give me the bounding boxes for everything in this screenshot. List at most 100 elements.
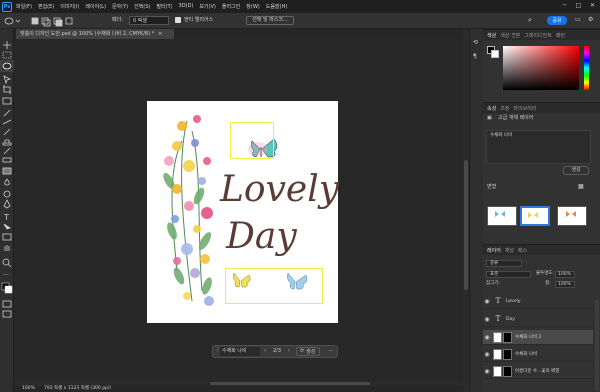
generative-prompt-box[interactable]: 수채화 나비 (486, 130, 591, 164)
visibility-eye-icon[interactable]: ◉ (483, 334, 491, 341)
type-tool-icon: T (3, 213, 9, 222)
layers-scrollbar[interactable] (595, 300, 599, 390)
variant-1-butterfly-icon (495, 211, 505, 217)
menu-image[interactable]: 이미지(I) (60, 3, 79, 10)
menu-view[interactable]: 보기(V) (199, 3, 216, 10)
day-text-layer[interactable]: Day (226, 219, 297, 255)
zoom-level[interactable]: 100% (22, 386, 35, 392)
fill-input[interactable]: 100% (555, 281, 575, 288)
gear-icon[interactable]: ⚙ (588, 17, 593, 23)
layer-name: 아름다운 수...꽃의 배열 (515, 369, 560, 374)
object-select-tool-icon (3, 75, 12, 85)
background-swatch[interactable] (491, 50, 499, 58)
vertical-scroll-thumb[interactable] (464, 160, 468, 290)
menu-3d[interactable]: 3D(D) (179, 3, 194, 10)
properties-generate-button[interactable]: 생성 (563, 166, 589, 175)
tab-layers[interactable]: 레이어 (487, 247, 501, 254)
layer-row-butterfly-2[interactable]: ◉ 수채화 나비 2 (483, 330, 593, 345)
prompt-input[interactable]: 수채화 나비 (220, 347, 260, 356)
screen-mode-icon (2, 310, 12, 318)
next-variant-icon[interactable]: › (288, 349, 290, 354)
layer-name: 수채화 나비 (515, 352, 538, 357)
fill-value: 100% (558, 282, 571, 287)
variants-label: 변형 (487, 184, 497, 190)
layer-mask-thumbnail (503, 348, 512, 360)
more-options-icon[interactable]: ⋯ (328, 349, 333, 354)
properties-panel-tabs: 속성 조정 라이브러리 (483, 103, 600, 113)
workspace-icon[interactable]: ▭ (575, 17, 581, 23)
menu-edit[interactable]: 편집(E) (38, 3, 54, 10)
butterfly-selection-frame-top[interactable] (230, 122, 274, 159)
layer-row-flowers[interactable]: ◉ 아름다운 수...꽃의 배열 (483, 364, 593, 379)
tab-swatches[interactable]: 색상 견본 (500, 32, 520, 39)
visibility-eye-icon[interactable]: ◉ (483, 368, 491, 375)
menu-help[interactable]: 도움말(H) (266, 3, 287, 10)
menu-file[interactable]: 파일(F) (16, 3, 32, 10)
menu-select[interactable]: 선택(S) (134, 3, 150, 10)
feather-input[interactable]: 0 픽셀 (129, 16, 169, 25)
horizontal-scroll-thumb[interactable] (210, 382, 370, 385)
layer-kind-label: 종류 (490, 261, 499, 266)
layer-row-lovely[interactable]: ◉ T Lovely (483, 294, 593, 309)
tab-properties[interactable]: 속성 (487, 105, 496, 112)
history-icon[interactable]: ⟲ (473, 40, 478, 46)
variant-3-butterfly-icon (566, 211, 576, 217)
lasso-preset-icon (4, 17, 14, 25)
tab-libraries[interactable]: 라이브러리 (513, 105, 536, 112)
grid-view-icon[interactable]: ▦ (578, 184, 584, 190)
layer-row-butterfly[interactable]: ◉ 수채화 나비 (483, 347, 593, 362)
select-and-mask-button[interactable]: 선택 및 마스크... (246, 16, 294, 25)
menu-plugins[interactable]: 플러그인 (222, 3, 240, 10)
tab-adjustments[interactable]: 조정 (500, 105, 509, 112)
butterfly-selection-frame-bottom[interactable] (225, 268, 323, 304)
maximize-icon[interactable]: □ (573, 2, 584, 11)
close-icon[interactable]: ✕ (587, 2, 598, 11)
generate-icon: ⟳ (300, 348, 305, 354)
color-picker-field[interactable] (503, 46, 579, 90)
tab-patterns[interactable]: 패턴 (556, 32, 565, 39)
layer-thumbnail (493, 365, 502, 377)
photoshop-logo-icon: Ps (2, 1, 12, 12)
tab-gradients[interactable]: 그레이디언트 (524, 32, 552, 39)
menu-items: 파일(F) 편집(E) 이미지(I) 레이어(L) 문자(Y) 선택(S) 필터… (16, 3, 293, 10)
minimize-icon[interactable]: ─ (559, 2, 570, 11)
tab-paths[interactable]: 패스 (518, 247, 527, 254)
document-tab[interactable]: 맞춤이 디자인 도안.psd @ 100% (수채화 나비 2, CMYK/8)… (16, 29, 174, 39)
eraser-tool-icon (2, 157, 12, 163)
menu-layer[interactable]: 레이어(L) (85, 3, 106, 10)
menu-window[interactable]: 창(W) (246, 3, 259, 10)
lovely-text-layer[interactable]: Lovely (220, 172, 339, 208)
layer-row-day[interactable]: ◉ T Day (483, 312, 593, 327)
path-select-icon (3, 223, 11, 230)
layer-thumbnail (493, 348, 502, 360)
dodge-tool-icon (3, 190, 11, 198)
previous-variant-icon[interactable]: ‹ (264, 349, 266, 354)
tab-color[interactable]: 색상 (487, 32, 496, 39)
search-icon[interactable]: ⌕ (528, 17, 532, 24)
layer-name: 수채화 나비 2 (515, 335, 542, 340)
tab-channels[interactable]: 채널 (505, 247, 514, 254)
layer-mask-thumbnail (503, 365, 512, 377)
blend-mode-select[interactable]: 표준 (486, 271, 531, 278)
layers-panel-tabs: 레이어 채널 패스 (483, 245, 600, 255)
document-tab-title: 맞춤이 디자인 도안.psd @ 100% (수채화 나비 2, CMYK/8)… (20, 30, 155, 37)
more-tools-icon: ··· (3, 272, 9, 279)
visibility-eye-icon[interactable]: ◉ (483, 298, 491, 305)
visibility-eye-icon[interactable]: ◉ (483, 351, 491, 358)
share-button[interactable]: 공유 (547, 16, 567, 25)
opacity-input[interactable]: 100% (555, 271, 575, 278)
visibility-eye-icon[interactable]: ◉ (483, 316, 491, 323)
paragraph-icon[interactable]: ¶ (473, 54, 477, 60)
eyedropper-tool-icon (3, 109, 11, 117)
pen-tool-icon (3, 199, 11, 209)
shape-tool-icon (2, 233, 12, 241)
layer-kind-filter[interactable]: 종류 (486, 260, 522, 267)
menu-type[interactable]: 문자(Y) (112, 3, 128, 10)
option-tool-icons (4, 17, 73, 27)
hue-slider[interactable] (584, 46, 589, 90)
add-selection-icon (41, 17, 49, 25)
close-tab-icon[interactable]: × (158, 31, 162, 37)
layer-name: Lovely (506, 298, 521, 304)
antialias-checkbox[interactable] (175, 17, 181, 23)
menu-filter[interactable]: 필터(T) (156, 3, 172, 10)
